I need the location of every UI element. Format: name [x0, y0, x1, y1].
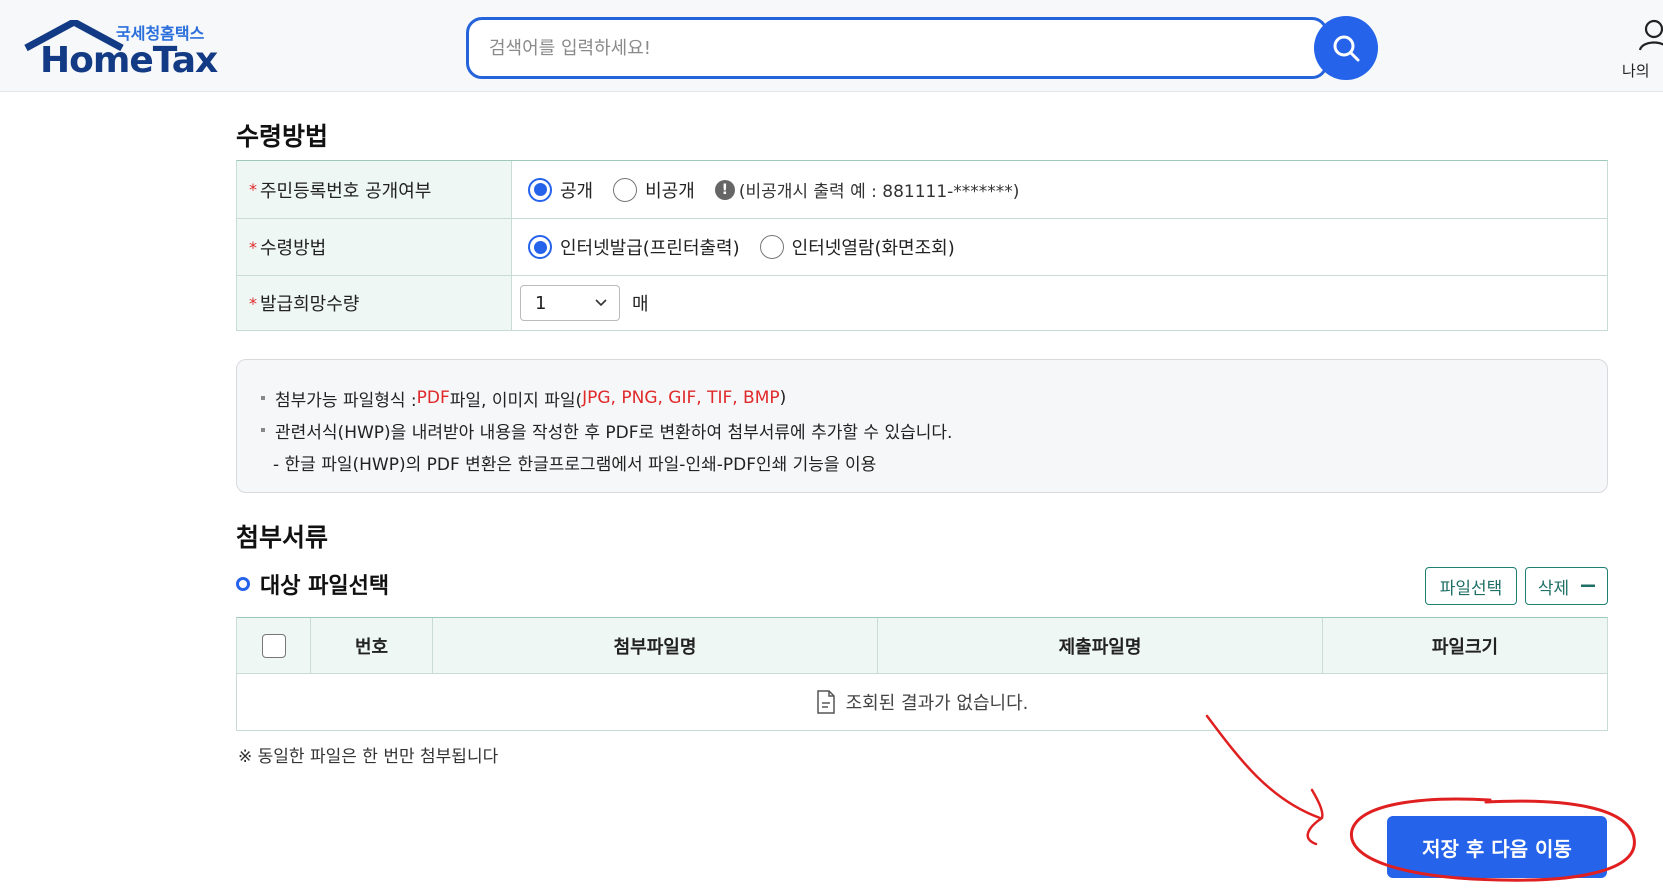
- select-all-checkbox[interactable]: [261, 633, 286, 658]
- top-header: 국세청홈택스 HomeTax 나의: [0, 0, 1663, 92]
- search-icon: [1333, 35, 1360, 62]
- row-label: 수령방법: [260, 238, 327, 259]
- save-and-next-button[interactable]: 저장 후 다음 이동: [1387, 816, 1607, 878]
- quantity-value: 1: [535, 292, 547, 314]
- header-checkbox-cell: [237, 618, 311, 673]
- radio-label: 공개: [560, 180, 594, 202]
- required-mark: *: [249, 237, 257, 257]
- info-icon: !: [714, 179, 735, 200]
- annotation-arrowhead-icon: [1306, 788, 1324, 846]
- circle-bullet-icon: [236, 577, 250, 591]
- search-box: [466, 17, 1328, 79]
- user-icon: [1638, 19, 1663, 51]
- button-label: 삭제: [1537, 578, 1570, 599]
- button-label: 파일선택: [1439, 578, 1503, 599]
- column-header-number: 번호: [311, 618, 433, 673]
- radio-label: 인터넷열람(화면조회): [791, 238, 955, 259]
- attachments-table: 번호 첨부파일명 제출파일명 파일크기 조회된 결과가 없습니다.: [236, 617, 1608, 731]
- search-input[interactable]: [489, 20, 1249, 76]
- notice-box: 첨부가능 파일형식 : PDF 파일, 이미지 파일( JPG, PNG, GI…: [236, 359, 1608, 493]
- row-header: * 주민등록번호 공개여부: [237, 161, 512, 218]
- quantity-unit: 매: [632, 294, 649, 315]
- notice-line-hwp-convert: - 한글 파일(HWP)의 PDF 변환은 한글프로그램에서 파일-인쇄-PDF…: [261, 446, 1607, 478]
- notice-highlight: PDF: [416, 388, 450, 408]
- radio-selected-icon[interactable]: [528, 235, 552, 259]
- radio-selected-icon[interactable]: [528, 177, 552, 202]
- column-header-file-size: 파일크기: [1431, 636, 1499, 658]
- radio-disclose[interactable]: 공개: [528, 177, 593, 203]
- empty-row: 조회된 결과가 없습니다.: [237, 674, 1607, 730]
- subtitle-text: 대상 파일선택: [260, 574, 390, 599]
- my-menu[interactable]: 나의: [1620, 14, 1663, 84]
- minus-icon: [1581, 584, 1596, 587]
- notice-line-file-types: 첨부가능 파일형식 : PDF 파일, 이미지 파일( JPG, PNG, GI…: [261, 382, 1607, 414]
- notice-line-hwp: 관련서식(HWP)을 내려받아 내용을 작성한 후 PDF로 변환하여 첨부서류…: [261, 414, 1607, 446]
- radio-internet-view[interactable]: 인터넷열람(화면조회): [759, 234, 955, 260]
- row-label: 주민등록번호 공개여부: [260, 180, 432, 202]
- column-header-submit-name: 제출파일명: [878, 618, 1323, 673]
- radio-nondisclose[interactable]: 비공개: [613, 177, 695, 203]
- radio-unselected-icon[interactable]: [613, 177, 638, 202]
- receive-method-table: * 주민등록번호 공개여부 공개 비공개 ! (비공개시 출력 예 : 8811…: [236, 160, 1608, 331]
- row-label: 발급희망수량: [260, 294, 360, 315]
- attachments-title: 첨부서류: [236, 523, 329, 552]
- row-header: * 발급희망수량: [237, 276, 512, 330]
- required-mark: *: [249, 180, 257, 199]
- hometax-logo[interactable]: 국세청홈택스 HomeTax: [24, 18, 218, 81]
- radio-unselected-icon[interactable]: [759, 235, 784, 259]
- radio-label: 비공개: [645, 180, 695, 202]
- my-menu-label: 나의: [1622, 62, 1650, 80]
- file-select-button[interactable]: 파일선택: [1425, 567, 1517, 605]
- document-icon: [816, 690, 835, 714]
- duplicate-file-note: ※ 동일한 파일은 한 번만 첨부됩니다: [238, 747, 499, 767]
- row-value: 인터넷발급(프린터출력) 인터넷열람(화면조회): [512, 219, 1607, 275]
- delete-button[interactable]: 삭제: [1525, 567, 1608, 605]
- chevron-down-icon: [595, 299, 607, 307]
- receive-method-title: 수령방법: [236, 122, 329, 151]
- table-header-row: 번호 첨부파일명 제출파일명 파일크기: [237, 618, 1607, 674]
- form-row-ssn-disclosure: * 주민등록번호 공개여부 공개 비공개 ! (비공개시 출력 예 : 8811…: [237, 161, 1607, 219]
- notice-text: 파일, 이미지 파일(: [449, 390, 583, 411]
- notice-text: ): [779, 388, 787, 408]
- row-value: 1 매: [512, 276, 1607, 330]
- bullet-icon: [261, 428, 265, 432]
- form-row-receive-method: * 수령방법 인터넷발급(프린터출력) 인터넷열람(화면조회): [237, 219, 1607, 276]
- notice-text: 관련서식(HWP)을 내려받아 내용을 작성한 후 PDF로 변환하여 첨부서류…: [275, 422, 953, 443]
- target-file-subtitle: 대상 파일선택: [236, 568, 389, 600]
- radio-internet-issue[interactable]: 인터넷발급(프린터출력): [528, 234, 740, 260]
- search-button[interactable]: [1314, 16, 1378, 80]
- required-mark: *: [249, 293, 257, 313]
- row-value: 공개 비공개 ! (비공개시 출력 예 : 881111-*******): [512, 161, 1607, 218]
- column-header-attach-name: 첨부파일명: [433, 618, 878, 673]
- empty-message: 조회된 결과가 없습니다.: [845, 693, 1029, 714]
- ssn-hint: (비공개시 출력 예 : 881111-*******): [738, 182, 1020, 202]
- annotation-arrow-icon: [1205, 714, 1322, 820]
- row-header: * 수령방법: [237, 219, 512, 275]
- notice-text: 첨부가능 파일형식 :: [275, 390, 417, 411]
- bullet-icon: [261, 396, 265, 400]
- notice-highlight: JPG, PNG, GIF, TIF, BMP: [582, 388, 780, 408]
- logo-name: HomeTax: [40, 40, 218, 81]
- quantity-select[interactable]: 1: [520, 285, 620, 321]
- radio-label: 인터넷발급(프린터출력): [560, 238, 740, 259]
- form-row-quantity: * 발급희망수량 1 매: [237, 276, 1607, 330]
- button-label: 저장 후 다음 이동: [1422, 836, 1572, 861]
- notice-text: - 한글 파일(HWP)의 PDF 변환은 한글프로그램에서 파일-인쇄-PDF…: [273, 454, 877, 475]
